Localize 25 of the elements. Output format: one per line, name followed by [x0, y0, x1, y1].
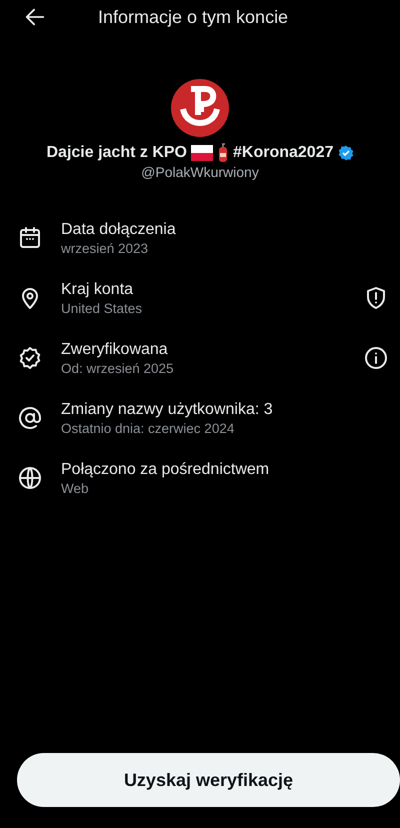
info-value: Ostatnio dnia: czerwiec 2024 [61, 420, 236, 436]
globe-icon [18, 466, 42, 490]
info-title: Zweryfikowana [61, 340, 169, 358]
badge-check-icon [18, 346, 42, 370]
flag-icon [191, 145, 213, 161]
profile-name: #Korona2027 [233, 144, 334, 162]
get-verified-button[interactable]: Uzyskaj weryfikację [17, 753, 400, 807]
info-value: Web [61, 480, 90, 496]
avatar-logo[interactable] [171, 79, 229, 137]
fire-extinguisher-icon [217, 143, 229, 163]
calendar-icon [18, 226, 42, 250]
info-title: Zmiany nazwy użytkownika: 3 [61, 400, 274, 418]
page-title: Informacje o tym koncie [98, 6, 288, 28]
profile-handle: @PolakWkurwiony [141, 164, 259, 180]
info-value: Od: wrzesień 2025 [61, 360, 175, 376]
info-value: wrzesień 2023 [61, 240, 150, 256]
info-title: Połączono za pośrednictwem [61, 460, 270, 478]
info-value: United States [61, 300, 144, 316]
info-title: Data dołączenia [61, 220, 177, 238]
back-arrow-icon[interactable] [24, 6, 46, 28]
info-icon[interactable] [364, 346, 388, 370]
profile-name: Dajcie jacht z KPO [46, 144, 187, 162]
shield-alert-icon[interactable] [364, 286, 388, 310]
at-sign-icon [18, 406, 42, 430]
info-title: Kraj konta [61, 280, 134, 298]
